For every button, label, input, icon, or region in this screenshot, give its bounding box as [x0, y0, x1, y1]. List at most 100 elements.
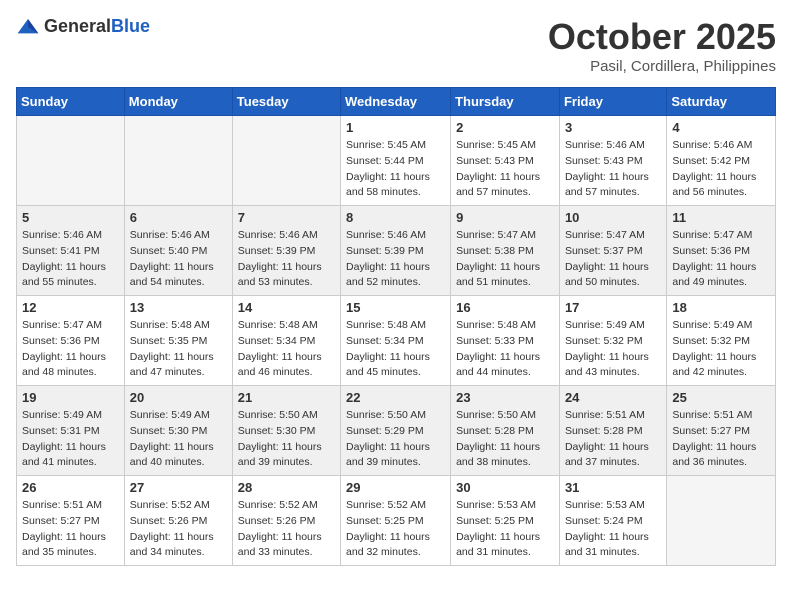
day-number: 9 [456, 210, 554, 225]
calendar-cell: 19Sunrise: 5:49 AM Sunset: 5:31 PM Dayli… [17, 386, 125, 476]
calendar-cell: 30Sunrise: 5:53 AM Sunset: 5:25 PM Dayli… [451, 476, 560, 566]
calendar-cell: 26Sunrise: 5:51 AM Sunset: 5:27 PM Dayli… [17, 476, 125, 566]
calendar-week-row: 12Sunrise: 5:47 AM Sunset: 5:36 PM Dayli… [17, 296, 776, 386]
calendar-cell: 18Sunrise: 5:49 AM Sunset: 5:32 PM Dayli… [667, 296, 776, 386]
day-info: Sunrise: 5:45 AM Sunset: 5:43 PM Dayligh… [456, 138, 554, 201]
day-info: Sunrise: 5:49 AM Sunset: 5:30 PM Dayligh… [130, 408, 227, 471]
calendar-cell [17, 116, 125, 206]
calendar-cell: 7 Sunrise: 5:46 AM Sunset: 5:39 PM Daylig… [232, 206, 340, 296]
calendar-cell: 4 Sunrise: 5:46 AM Sunset: 5:42 PM Daylig… [667, 116, 776, 206]
calendar-cell: 6 Sunrise: 5:46 AM Sunset: 5:40 PM Daylig… [124, 206, 232, 296]
calendar-cell: 10 Sunrise: 5:47 AM Sunset: 5:37 PM Dayli… [559, 206, 666, 296]
day-info: Sunrise: 5:49 AM Sunset: 5:32 PM Dayligh… [565, 318, 661, 381]
day-info: Sunrise: 5:46 AM Sunset: 5:42 PM Dayligh… [672, 138, 770, 201]
day-info: Sunrise: 5:51 AM Sunset: 5:27 PM Dayligh… [672, 408, 770, 471]
calendar-header-row: SundayMondayTuesdayWednesdayThursdayFrid… [17, 88, 776, 116]
day-number: 22 [346, 390, 445, 405]
calendar-cell: 14 Sunrise: 5:48 AM Sunset: 5:34 PM Dayli… [232, 296, 340, 386]
calendar-cell: 16 Sunrise: 5:48 AM Sunset: 5:33 PM Dayli… [451, 296, 560, 386]
day-info: Sunrise: 5:53 AM Sunset: 5:25 PM Dayligh… [456, 498, 554, 561]
day-info: Sunrise: 5:46 AM Sunset: 5:39 PM Dayligh… [238, 228, 335, 291]
day-number: 15 [346, 300, 445, 315]
calendar-cell: 22 Sunrise: 5:50 AM Sunset: 5:29 PM Dayli… [341, 386, 451, 476]
day-info: Sunrise: 5:48 AM Sunset: 5:34 PM Dayligh… [238, 318, 335, 381]
calendar-cell: 2 Sunrise: 5:45 AM Sunset: 5:43 PM Daylig… [451, 116, 560, 206]
day-info: Sunrise: 5:51 AM Sunset: 5:28 PM Dayligh… [565, 408, 661, 471]
calendar-week-row: 1 Sunrise: 5:45 AM Sunset: 5:44 PM Daylig… [17, 116, 776, 206]
day-number: 11 [672, 210, 770, 225]
day-info: Sunrise: 5:49 AM Sunset: 5:32 PM Dayligh… [672, 318, 770, 381]
day-info: Sunrise: 5:50 AM Sunset: 5:29 PM Dayligh… [346, 408, 445, 471]
day-info: Sunrise: 5:50 AM Sunset: 5:28 PM Dayligh… [456, 408, 554, 471]
calendar-cell: 21 Sunrise: 5:50 AM Sunset: 5:30 PM Dayli… [232, 386, 340, 476]
calendar-cell: 8 Sunrise: 5:46 AM Sunset: 5:39 PM Daylig… [341, 206, 451, 296]
page-header: GeneralBlue October 2025 Pasil, Cordille… [16, 16, 776, 75]
day-info: Sunrise: 5:50 AM Sunset: 5:30 PM Dayligh… [238, 408, 335, 471]
day-info: Sunrise: 5:48 AM Sunset: 5:33 PM Dayligh… [456, 318, 554, 381]
calendar-cell: 24 Sunrise: 5:51 AM Sunset: 5:28 PM Dayli… [559, 386, 666, 476]
calendar-cell: 27 Sunrise: 5:52 AM Sunset: 5:26 PM Dayli… [124, 476, 232, 566]
day-number: 19 [22, 390, 119, 405]
day-info: Sunrise: 5:47 AM Sunset: 5:37 PM Dayligh… [565, 228, 661, 291]
day-header-tuesday: Tuesday [232, 88, 340, 116]
day-number: 6 [130, 210, 227, 225]
day-number: 20 [130, 390, 227, 405]
calendar-cell: 3 Sunrise: 5:46 AM Sunset: 5:43 PM Daylig… [559, 116, 666, 206]
calendar-cell: 23 Sunrise: 5:50 AM Sunset: 5:28 PM Dayli… [451, 386, 560, 476]
calendar-cell: 25 Sunrise: 5:51 AM Sunset: 5:27 PM Dayli… [667, 386, 776, 476]
day-info: Sunrise: 5:46 AM Sunset: 5:41 PM Dayligh… [22, 228, 119, 291]
day-number: 5 [22, 210, 119, 225]
day-info: Sunrise: 5:48 AM Sunset: 5:34 PM Dayligh… [346, 318, 445, 381]
location-subtitle: Pasil, Cordillera, Philippines [548, 58, 776, 75]
day-info: Sunrise: 5:52 AM Sunset: 5:25 PM Dayligh… [346, 498, 445, 561]
title-block: October 2025 Pasil, Cordillera, Philippi… [548, 16, 776, 75]
day-number: 23 [456, 390, 554, 405]
day-info: Sunrise: 5:53 AM Sunset: 5:24 PM Dayligh… [565, 498, 661, 561]
day-number: 2 [456, 120, 554, 135]
day-header-thursday: Thursday [451, 88, 560, 116]
calendar-week-row: 26Sunrise: 5:51 AM Sunset: 5:27 PM Dayli… [17, 476, 776, 566]
day-number: 17 [565, 300, 661, 315]
calendar-week-row: 5 Sunrise: 5:46 AM Sunset: 5:41 PM Daylig… [17, 206, 776, 296]
calendar-cell: 28Sunrise: 5:52 AM Sunset: 5:26 PM Dayli… [232, 476, 340, 566]
calendar-cell [232, 116, 340, 206]
day-info: Sunrise: 5:46 AM Sunset: 5:39 PM Dayligh… [346, 228, 445, 291]
day-number: 24 [565, 390, 661, 405]
calendar-cell: 9Sunrise: 5:47 AM Sunset: 5:38 PM Daylig… [451, 206, 560, 296]
logo-general-text: General [44, 16, 111, 36]
day-number: 21 [238, 390, 335, 405]
day-number: 8 [346, 210, 445, 225]
day-number: 3 [565, 120, 661, 135]
logo-icon [16, 17, 40, 37]
day-number: 10 [565, 210, 661, 225]
day-number: 28 [238, 480, 335, 495]
day-number: 29 [346, 480, 445, 495]
calendar-week-row: 19Sunrise: 5:49 AM Sunset: 5:31 PM Dayli… [17, 386, 776, 476]
day-number: 7 [238, 210, 335, 225]
calendar-cell: 29 Sunrise: 5:52 AM Sunset: 5:25 PM Dayli… [341, 476, 451, 566]
day-header-wednesday: Wednesday [341, 88, 451, 116]
day-info: Sunrise: 5:51 AM Sunset: 5:27 PM Dayligh… [22, 498, 119, 561]
day-info: Sunrise: 5:45 AM Sunset: 5:44 PM Dayligh… [346, 138, 445, 201]
calendar-cell: 15 Sunrise: 5:48 AM Sunset: 5:34 PM Dayli… [341, 296, 451, 386]
day-info: Sunrise: 5:48 AM Sunset: 5:35 PM Dayligh… [130, 318, 227, 381]
calendar-cell: 11 Sunrise: 5:47 AM Sunset: 5:36 PM Dayli… [667, 206, 776, 296]
day-number: 14 [238, 300, 335, 315]
calendar-cell: 12Sunrise: 5:47 AM Sunset: 5:36 PM Dayli… [17, 296, 125, 386]
calendar-cell [124, 116, 232, 206]
day-number: 25 [672, 390, 770, 405]
day-number: 16 [456, 300, 554, 315]
day-number: 4 [672, 120, 770, 135]
day-header-sunday: Sunday [17, 88, 125, 116]
day-number: 31 [565, 480, 661, 495]
day-number: 27 [130, 480, 227, 495]
day-info: Sunrise: 5:52 AM Sunset: 5:26 PM Dayligh… [130, 498, 227, 561]
day-info: Sunrise: 5:46 AM Sunset: 5:40 PM Dayligh… [130, 228, 227, 291]
day-number: 1 [346, 120, 445, 135]
day-header-saturday: Saturday [667, 88, 776, 116]
day-info: Sunrise: 5:47 AM Sunset: 5:36 PM Dayligh… [672, 228, 770, 291]
calendar-cell: 31 Sunrise: 5:53 AM Sunset: 5:24 PM Dayli… [559, 476, 666, 566]
day-info: Sunrise: 5:46 AM Sunset: 5:43 PM Dayligh… [565, 138, 661, 201]
day-header-friday: Friday [559, 88, 666, 116]
day-number: 12 [22, 300, 119, 315]
